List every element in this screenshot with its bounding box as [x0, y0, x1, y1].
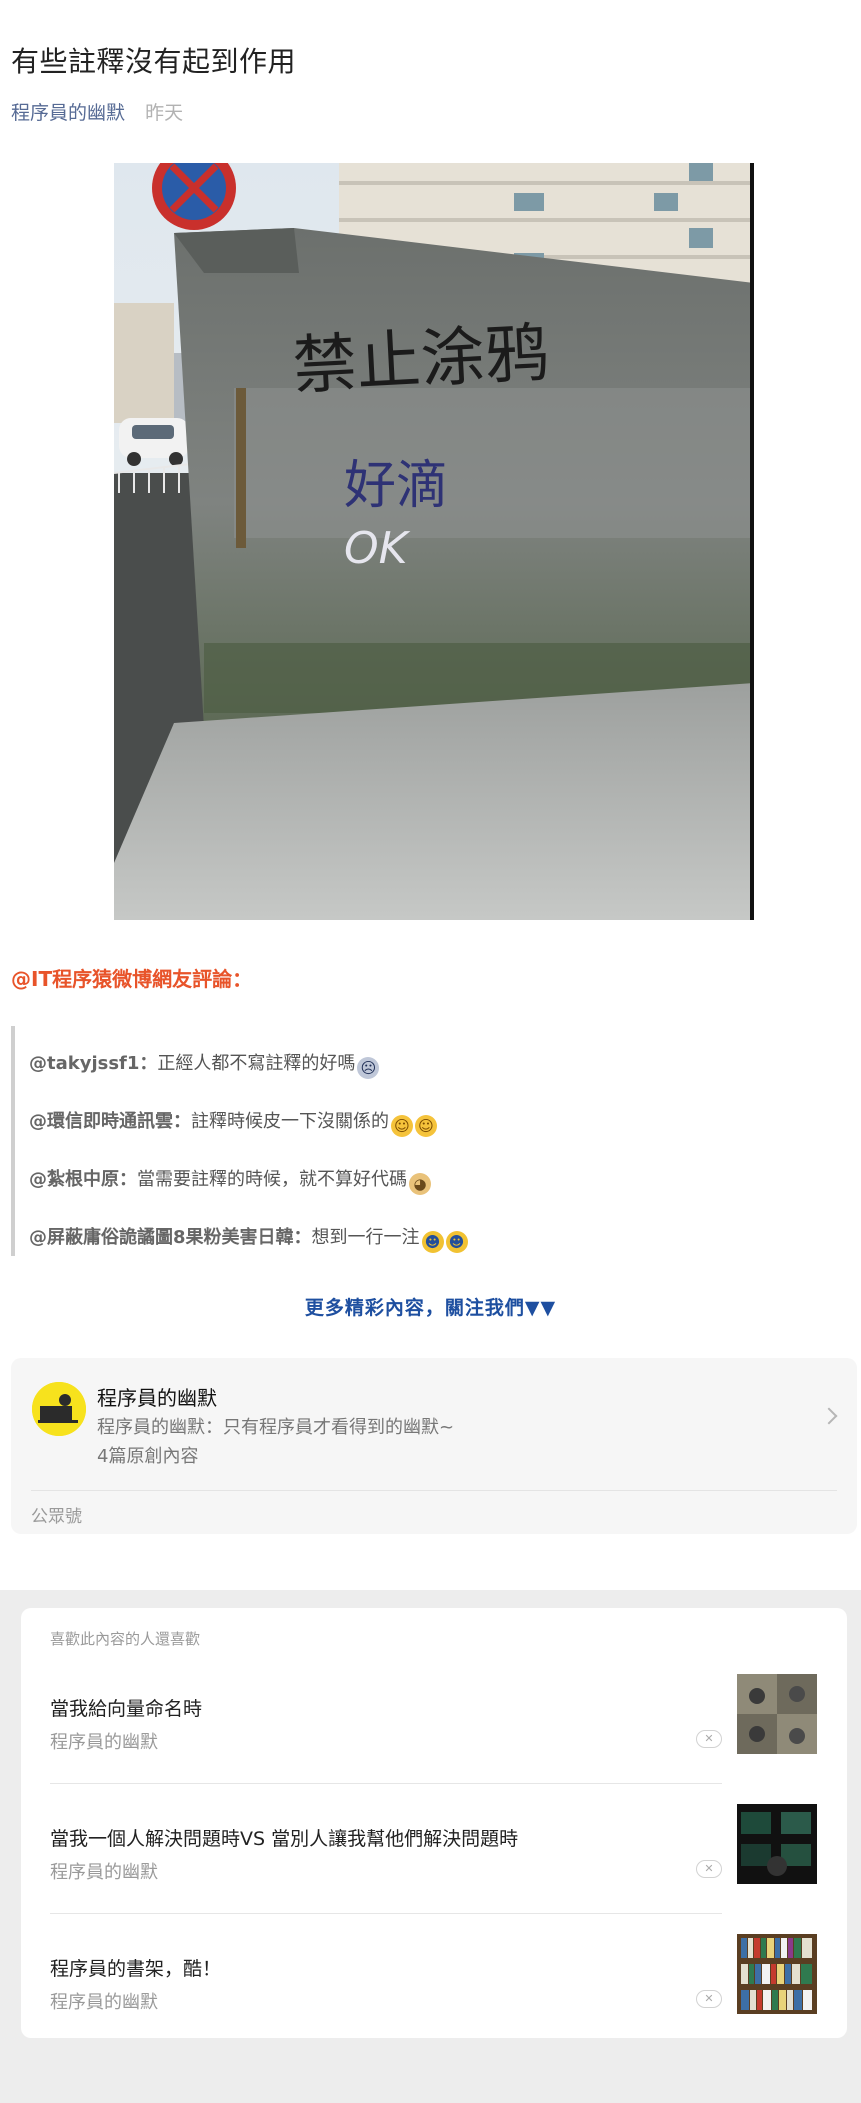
recommend-source: 程序員的幽默 [50, 1992, 158, 2013]
article-meta: 程序員的幽默 昨天 [11, 98, 183, 125]
publish-date: 昨天 [145, 102, 184, 124]
graffiti-sign-char-1: 禁止涂鸦 [291, 317, 551, 404]
programmer-avatar-icon [32, 1382, 86, 1436]
cry-laugh-emoji-icon: ☻ [445, 1231, 468, 1253]
comment-line: @紮根中原：當需要註釋的時候，就不算好代碼 ◕ [29, 1165, 431, 1195]
account-name: 程序員的幽默 [97, 1386, 217, 1410]
recommend-source: 程序員的幽默 [50, 1732, 158, 1753]
recommend-source: 程序員的幽默 [50, 1862, 158, 1883]
graffiti-ok: OK [344, 523, 411, 574]
account-article-count: 4篇原創內容 [97, 1446, 199, 1467]
article-photo[interactable]: 禁止涂鸦 好滴 OK [114, 163, 754, 920]
recommend-title[interactable]: 當我給向量命名時 [50, 1694, 202, 1721]
face-emoji-icon: ☹ [357, 1057, 380, 1079]
dismiss-button[interactable]: ✕ [696, 1990, 722, 2008]
doge-emoji-icon: ◕ [409, 1173, 431, 1195]
graffiti-wall-photo: 禁止涂鸦 好滴 OK [114, 163, 754, 920]
comment-user: @takyjssf1： [29, 1053, 158, 1074]
author-link[interactable]: 程序員的幽默 [11, 102, 125, 124]
account-profile-card[interactable]: 程序員的幽默 程序員的幽默：只有程序員才看得到的幽默~ 4篇原創內容 公眾號 [11, 1358, 857, 1534]
comment-user: @紮根中原： [29, 1169, 137, 1190]
comment-user: @環信即時通訊雲： [29, 1111, 191, 1132]
recommend-title[interactable]: 程序員的書架，酷！ [50, 1954, 221, 1981]
recommend-thumbnail[interactable] [737, 1934, 817, 2014]
recommend-item[interactable]: 程序員的書架，酷！ 程序員的幽默 ✕ [50, 1934, 830, 2064]
comment-heading: @IT程序猿微博網友評論： [11, 967, 253, 991]
recommend-thumbnail[interactable] [737, 1804, 817, 1884]
cats-photo-image [737, 1674, 817, 1754]
recommend-item[interactable]: 當我一個人解決問題時VS 當別人讓我幫他們解決問題時 程序員的幽默 ✕ [50, 1804, 830, 1934]
recommend-thumbnail[interactable] [737, 1674, 817, 1754]
divider [50, 1913, 722, 1914]
chevron-right-icon [820, 1407, 838, 1425]
account-type: 公眾號 [31, 1507, 82, 1527]
cry-laugh-emoji-icon: ☻ [421, 1231, 444, 1253]
article-title: 有些註釋沒有起到作用 [11, 45, 297, 78]
recommend-item[interactable]: 當我給向量命名時 程序員的幽默 ✕ [50, 1674, 830, 1804]
monitors-photo-image [737, 1804, 817, 1884]
comment-line: @屏蔽庸俗詭譎圖8果粉美害日韓：想到一行一注 ☻ ☻ [29, 1223, 468, 1253]
comment-line: @環信即時通訊雲：註釋時候皮一下沒關係的 ☺ ☺ [29, 1107, 437, 1137]
recommend-card: 喜歡此內容的人還喜歡 當我給向量命名時 程序員的幽默 ✕ 當我一個人解決問題時V… [21, 1608, 847, 2038]
article: 有些註釋沒有起到作用 程序員的幽默 昨天 禁止涂鸦 好滴 OK @IT程序猿微博… [0, 0, 861, 1590]
account-avatar [32, 1382, 86, 1436]
divider [50, 1783, 722, 1784]
account-description: 程序員的幽默：只有程序員才看得到的幽默~ [97, 1417, 455, 1438]
comment-text: 當需要註釋的時候，就不算好代碼 [137, 1169, 407, 1190]
laugh-emoji-icon: ☺ [415, 1115, 437, 1137]
comment-line: @takyjssf1：正經人都不寫註釋的好嗎 ☹ [29, 1049, 380, 1079]
recommend-title[interactable]: 當我一個人解決問題時VS 當別人讓我幫他們解決問題時 [50, 1824, 518, 1851]
laugh-emoji-icon: ☺ [391, 1115, 413, 1137]
bookshelf-photo-image [737, 1934, 817, 2014]
dismiss-button[interactable]: ✕ [696, 1730, 722, 1748]
comment-text: 想到一行一注 [311, 1227, 420, 1248]
divider [31, 1490, 837, 1491]
recommend-heading: 喜歡此內容的人還喜歡 [50, 1630, 201, 1648]
graffiti-reply: 好滴 [344, 456, 448, 516]
follow-more-link[interactable]: 更多精彩內容，關注我們▼▼ [0, 1293, 861, 1320]
comment-text: 註釋時候皮一下沒關係的 [191, 1111, 389, 1132]
comment-user: @屏蔽庸俗詭譎圖8果粉美害日韓： [29, 1227, 312, 1248]
comment-text: 正經人都不寫註釋的好嗎 [157, 1053, 356, 1074]
comments-quote: @takyjssf1：正經人都不寫註釋的好嗎 ☹ @環信即時通訊雲：註釋時候皮一下… [11, 1026, 851, 1256]
dismiss-button[interactable]: ✕ [696, 1860, 722, 1878]
